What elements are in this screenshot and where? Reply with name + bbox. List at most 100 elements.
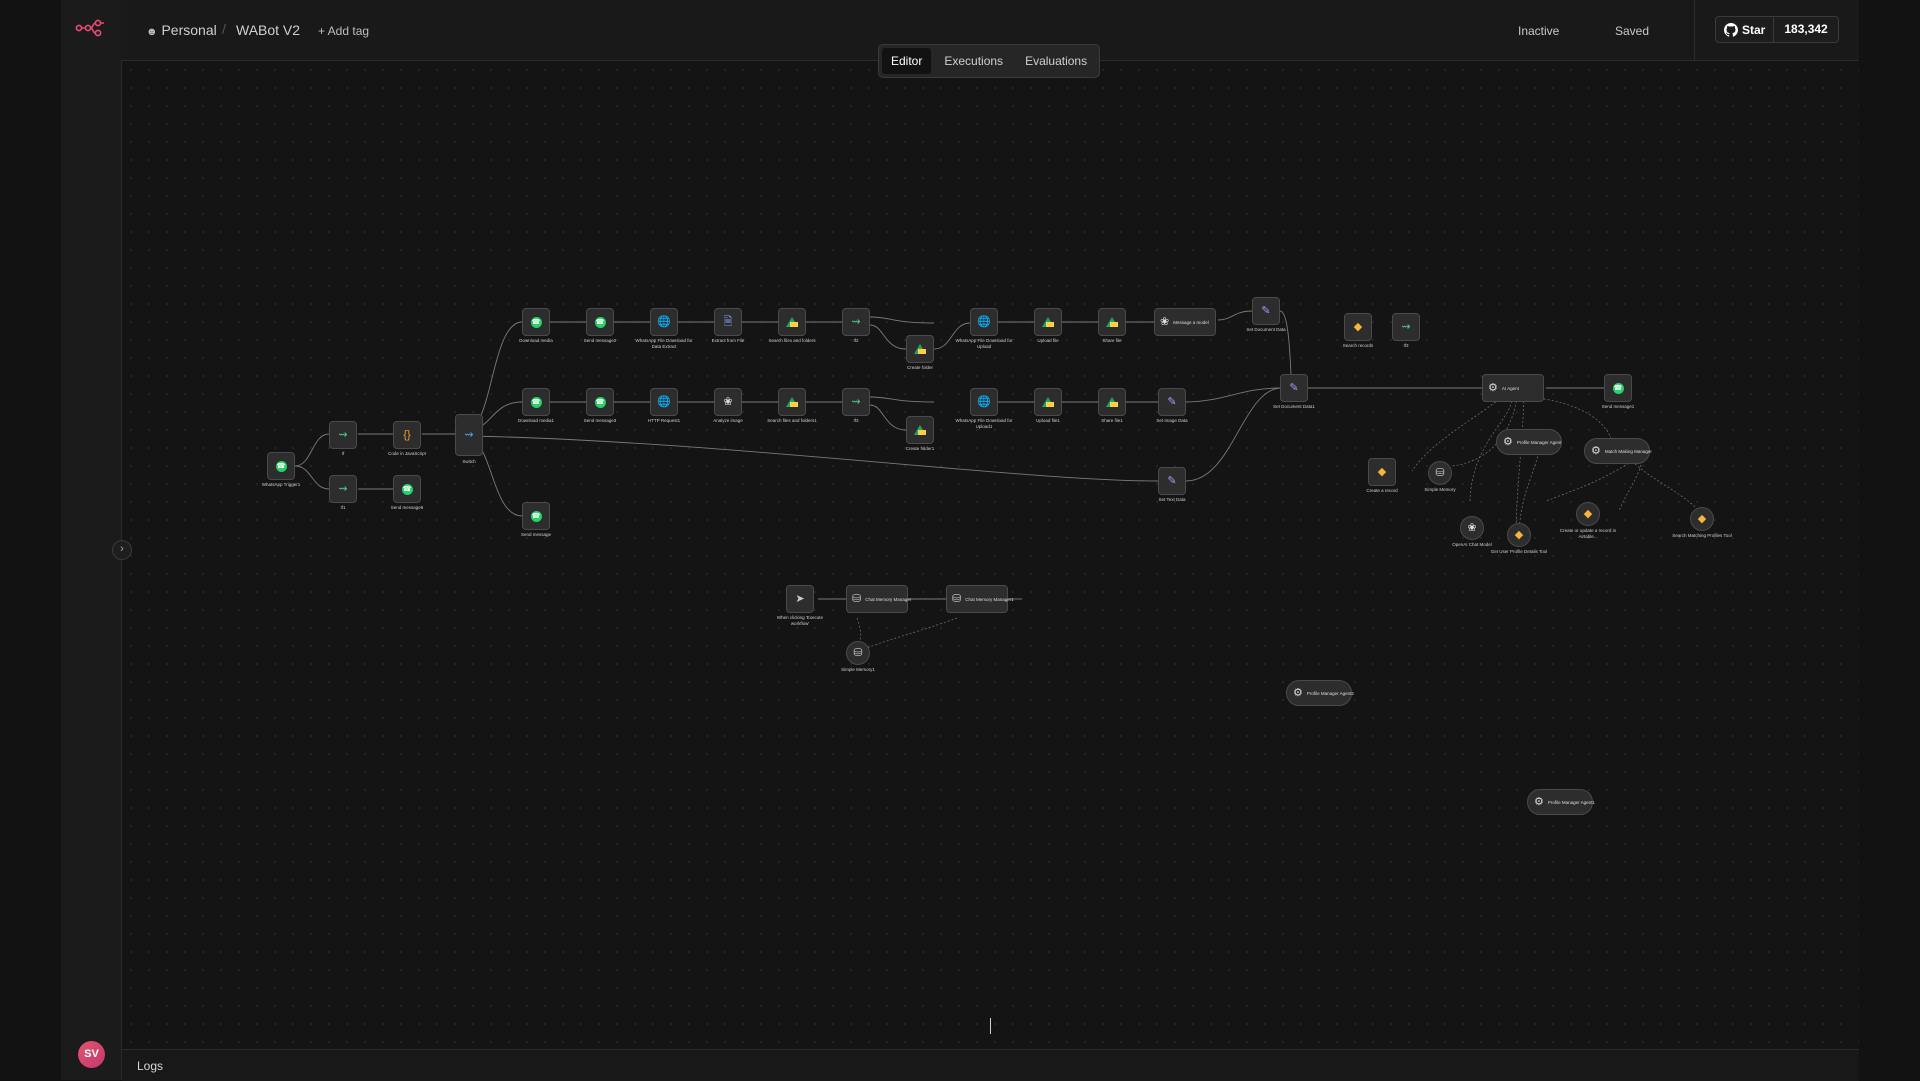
manual-trigger-node[interactable]: ➤ bbox=[786, 585, 814, 613]
pencil-icon: ✎ bbox=[1167, 474, 1177, 487]
window-right-margin bbox=[1859, 0, 1920, 1080]
node-label: Upload file bbox=[1037, 338, 1059, 343]
whatsapp-trigger-node[interactable]: ☎ bbox=[267, 452, 295, 480]
send-message6-node[interactable]: ☎ bbox=[393, 475, 421, 503]
share-file1-node[interactable] bbox=[1098, 388, 1126, 416]
get-user-profile-node[interactable]: ◆ bbox=[1507, 523, 1531, 547]
airtable-icon: ◆ bbox=[1583, 507, 1593, 520]
drive-icon bbox=[914, 344, 926, 354]
node-title: Message a model bbox=[1173, 319, 1209, 325]
profile-manager-agent1-node[interactable]: ⚙ Profile Manager Agent1 bbox=[1527, 789, 1595, 815]
message-model-node[interactable]: ❀ Message a model bbox=[1154, 308, 1216, 336]
node-label: Code in JavaScript bbox=[388, 451, 426, 456]
if-node[interactable]: ⇝ bbox=[329, 421, 357, 449]
search-files1-node[interactable] bbox=[778, 388, 806, 416]
workflow-name[interactable]: WABot V2 bbox=[236, 22, 300, 38]
pointer-icon: ➤ bbox=[795, 592, 805, 605]
whatsapp-icon: ☎ bbox=[1612, 382, 1624, 394]
header-divider bbox=[1694, 0, 1695, 60]
robot-icon: ⚙ bbox=[1488, 381, 1498, 394]
airtable-icon: ◆ bbox=[1377, 465, 1387, 478]
analyze-image-node[interactable]: ❀ bbox=[714, 388, 742, 416]
tab-editor[interactable]: Editor bbox=[882, 48, 932, 74]
view-tabs: Editor Executions Evaluations bbox=[878, 44, 1101, 78]
whatsapp-icon: ☎ bbox=[275, 460, 287, 472]
node-label: WhatsApp File Download for Upload bbox=[955, 338, 1013, 349]
user-avatar[interactable]: SV bbox=[78, 1041, 105, 1068]
create-record-node[interactable]: ◆ bbox=[1368, 458, 1396, 486]
workflow-canvas[interactable]: ☎ WhatsApp Trigger1 ⇝ If ⇝ If1 {} Code i… bbox=[122, 61, 1859, 1049]
chat-memory-manager-node[interactable]: ⛁ Chat Memory Manager bbox=[846, 585, 912, 613]
send-message-node[interactable]: ☎ bbox=[522, 502, 550, 530]
node-label: Send message bbox=[520, 532, 552, 537]
tab-evaluations[interactable]: Evaluations bbox=[1016, 48, 1096, 74]
tab-executions[interactable]: Executions bbox=[935, 48, 1012, 74]
database-icon: ⛁ bbox=[1435, 466, 1445, 479]
simple-memory1-node[interactable]: ⛁ bbox=[846, 641, 870, 665]
share-file-node[interactable] bbox=[1098, 308, 1126, 336]
node-title: AI Agent bbox=[1501, 385, 1519, 391]
n8n-logo-icon[interactable] bbox=[75, 18, 107, 38]
download-media-node[interactable]: ☎ bbox=[522, 308, 550, 336]
node-label: Download media bbox=[519, 338, 553, 343]
sidebar-expand-button[interactable]: › bbox=[112, 540, 132, 560]
simple-memory-node[interactable]: ⛁ bbox=[1428, 461, 1452, 485]
database-icon: ⛁ bbox=[852, 592, 862, 605]
globe-icon: 🌐 bbox=[977, 315, 991, 328]
search-files-node[interactable] bbox=[778, 308, 806, 336]
profile-manager-agent2-node[interactable]: ⚙ Profile Manager Agent2 bbox=[1286, 680, 1354, 706]
node-label: Set Document Data1 bbox=[1273, 404, 1315, 409]
node-label: Set Image Data bbox=[1156, 418, 1188, 423]
robot-icon: ⚙ bbox=[1293, 686, 1303, 699]
http-request1-node[interactable]: 🌐 bbox=[650, 388, 678, 416]
set-document-data-node[interactable]: ✎ bbox=[1252, 297, 1280, 325]
whatsapp-icon: ☎ bbox=[401, 483, 413, 495]
github-star-widget[interactable]: Star 183,342 bbox=[1715, 16, 1839, 43]
logs-label: Logs bbox=[137, 1059, 164, 1073]
switch-node[interactable]: ⇝ bbox=[455, 414, 483, 456]
breadcrumb-project[interactable]: ☻ Personal bbox=[146, 22, 217, 38]
node-label: WhatsApp File Download for Upload1 bbox=[955, 418, 1013, 429]
node-label: Search files and folders1 bbox=[767, 418, 817, 423]
github-star-button[interactable]: Star bbox=[1716, 17, 1775, 42]
ai-agent-node[interactable]: ⚙ AI Agent bbox=[1482, 374, 1544, 402]
node-label: Create folder bbox=[906, 365, 933, 370]
code-node[interactable]: {} bbox=[393, 421, 421, 449]
if-icon: ⇝ bbox=[851, 315, 861, 328]
whatsapp-file-download-upload1-node[interactable]: 🌐 bbox=[970, 388, 998, 416]
upload-file1-node[interactable] bbox=[1034, 388, 1062, 416]
set-text-data-node[interactable]: ✎ bbox=[1158, 467, 1186, 495]
create-folder-node[interactable] bbox=[906, 335, 934, 363]
whatsapp-file-download-node[interactable]: 🌐 bbox=[650, 308, 678, 336]
upload-file-node[interactable] bbox=[1034, 308, 1062, 336]
window-left-margin bbox=[0, 0, 61, 1080]
chat-memory-manager1-node[interactable]: ⛁ Chat Memory Manager1 bbox=[946, 585, 1014, 613]
logs-panel[interactable]: Logs bbox=[122, 1049, 1859, 1081]
search-matching-profiles-node[interactable]: ◆ bbox=[1690, 507, 1714, 531]
node-title: Chat Memory Manager bbox=[865, 596, 912, 602]
node-label: WhatsApp File Download for Data Extract bbox=[635, 338, 693, 349]
match-making-manager-node[interactable]: ⚙ Match Making Manager bbox=[1584, 438, 1652, 464]
active-toggle-label[interactable]: Inactive bbox=[1518, 24, 1559, 38]
send-message1-node[interactable]: ☎ bbox=[1604, 374, 1632, 402]
search-records-node[interactable]: ◆ bbox=[1344, 313, 1372, 341]
profile-manager-agent-node[interactable]: ⚙ Profile Manager Agent bbox=[1496, 429, 1562, 455]
add-tag-button[interactable]: + Add tag bbox=[318, 24, 369, 38]
extract-from-file-node[interactable]: 🗎 bbox=[714, 308, 742, 336]
set-document-data1-node[interactable]: ✎ bbox=[1280, 374, 1308, 402]
text-cursor bbox=[990, 1018, 991, 1034]
node-label: Extract from File bbox=[711, 338, 745, 343]
if3-right-node[interactable]: ⇝ bbox=[1392, 313, 1420, 341]
whatsapp-file-download-upload-node[interactable]: 🌐 bbox=[970, 308, 998, 336]
if3-node[interactable]: ⇝ bbox=[842, 388, 870, 416]
send-message3-node[interactable]: ☎ bbox=[586, 388, 614, 416]
set-image-data-node[interactable]: ✎ bbox=[1158, 388, 1186, 416]
openai-chat-model-node[interactable]: ❀ bbox=[1460, 516, 1484, 540]
create-folder1-node[interactable] bbox=[906, 416, 934, 444]
send-message2-node[interactable]: ☎ bbox=[586, 308, 614, 336]
if1-node[interactable]: ⇝ bbox=[329, 475, 357, 503]
download-media1-node[interactable]: ☎ bbox=[522, 388, 550, 416]
if2-node[interactable]: ⇝ bbox=[842, 308, 870, 336]
node-label: Share file1 bbox=[1101, 418, 1123, 423]
create-update-record-node[interactable]: ◆ bbox=[1576, 502, 1600, 526]
